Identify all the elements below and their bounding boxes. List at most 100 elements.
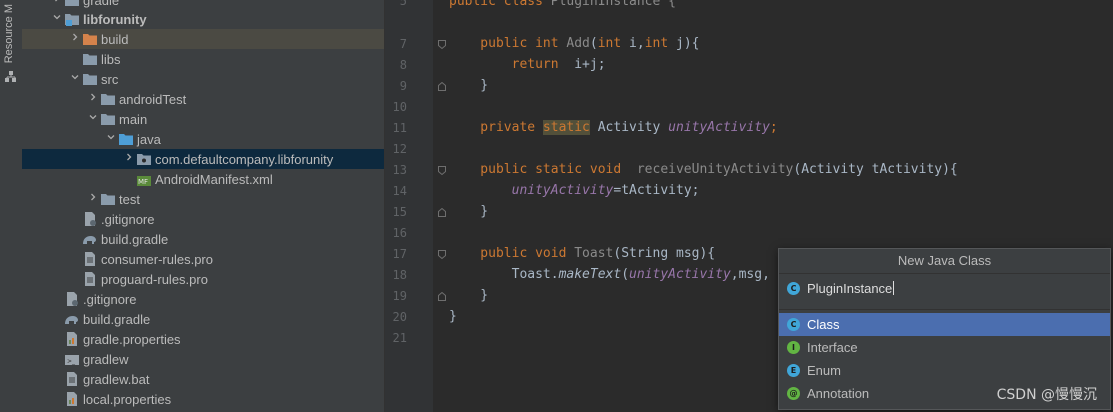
line-number: 20 [392,310,407,324]
tree-item[interactable]: libforunity [22,9,384,29]
tree-item[interactable]: androidTest [22,89,384,109]
chevron-down-icon[interactable] [86,112,100,122]
chevron-right-icon[interactable] [122,152,136,162]
chevron-right-icon[interactable] [86,92,100,102]
code-line[interactable]: public int Add(int i,int j){ [449,34,699,54]
code-line[interactable]: public void Toast(String msg){ [449,244,715,264]
folder-icon [100,91,116,107]
code-token: unityActivity [629,267,731,282]
tree-item[interactable]: src [22,69,384,89]
kind-option-class[interactable]: C Class [779,313,1110,336]
tree-item[interactable]: test [22,189,384,209]
code-line[interactable]: } [449,202,488,222]
text-file-icon [82,271,98,287]
code-line[interactable]: public class PluginInstance { [449,0,676,12]
tree-item-label: java [137,131,161,147]
fold-icon[interactable] [438,292,446,301]
tree-item[interactable]: proguard-rules.pro [22,269,384,289]
tree-item[interactable]: >_ gradlew [22,349,384,369]
fold-icon[interactable] [438,82,446,91]
tree-item[interactable]: consumer-rules.pro [22,249,384,269]
tree-item-label: test [119,191,140,207]
tree-item-label: gradle.properties [83,331,181,347]
code-token: } [449,204,489,219]
tree-item[interactable]: MF AndroidManifest.xml [22,169,384,189]
chevron-down-icon[interactable] [68,72,82,82]
code-line[interactable]: } [449,76,488,96]
kind-option-label: Annotation [807,386,870,401]
code-token: } [449,78,489,93]
tree-item-label: gradle [83,0,120,8]
tree-item[interactable]: .gitignore [22,289,384,309]
tree-item[interactable]: gradlew.bat [22,369,384,389]
code-token: } [449,288,489,303]
chevron-right-icon[interactable] [50,0,64,3]
kind-option-enum[interactable]: E Enum [779,359,1110,382]
tree-item-label: main [119,111,148,127]
tree-item[interactable]: build [22,29,384,49]
code-token: unityActivity [668,120,770,135]
tree-item[interactable]: local.properties [22,389,384,409]
code-token: (String msg){ [613,246,716,261]
fold-icon[interactable] [438,40,446,49]
fold-icon[interactable] [438,250,446,259]
chevron-down-icon[interactable] [50,12,64,22]
tree-item-label: build.gradle [83,311,151,327]
tree-item[interactable]: com.defaultcompany.libforunity [22,149,384,169]
code-line[interactable]: } [449,286,488,306]
popup-title: New Java Class [779,249,1110,274]
tree-item[interactable]: main [22,109,384,129]
structure-icon[interactable] [5,68,17,87]
fold-icon[interactable] [438,166,446,175]
text-file-icon [64,371,80,387]
fold-icon[interactable] [438,208,446,217]
package-icon [136,151,152,167]
code-line[interactable]: } [449,307,457,327]
resource-manager-tab[interactable]: Resource M [3,4,15,63]
folder-icon [100,111,116,127]
code-token: public int [449,36,567,51]
text-file-icon [82,251,98,267]
folder-icon [82,71,98,87]
code-line[interactable]: return i+j; [449,55,606,75]
tree-item[interactable]: build.gradle [22,309,384,329]
tree-item-label: build [101,31,129,47]
tree-item-label: libforunity [83,11,147,27]
line-number: 10 [392,100,407,114]
code-line[interactable]: unityActivity=tActivity; [449,181,700,201]
tree-item[interactable]: .gitignore [22,209,384,229]
manifest-file-icon: MF [136,171,152,187]
code-token: ( [621,267,630,282]
code-token: Add [566,36,590,51]
code-token: ( [589,36,598,51]
svg-text:MF: MF [138,178,148,186]
code-token: Toast [574,246,614,261]
kind-option-interface[interactable]: I Interface [779,336,1110,359]
code-token: Activity [589,120,669,135]
line-number: 15 [392,205,407,219]
line-number: 5 [399,0,407,8]
kind-option-label: Interface [807,340,858,355]
tree-item[interactable]: java [22,129,384,149]
gitignore-file-icon [64,291,80,307]
code-token: int [597,36,630,51]
chevron-right-icon[interactable] [86,192,100,202]
excluded-folder-icon [82,31,98,47]
code-token: (Activity tActivity){ [793,162,958,177]
tree-item-label: proguard-rules.pro [101,271,208,287]
tree-item[interactable]: gradle.properties [22,329,384,349]
code-line[interactable]: public static void receiveUnityActivity(… [449,160,958,180]
gitignore-file-icon [82,211,98,227]
chevron-right-icon[interactable] [68,32,82,42]
interface-icon: I [787,341,800,354]
tree-item[interactable]: build.gradle [22,229,384,249]
class-name-input[interactable]: C PluginInstance [779,275,1110,301]
code-token: i+j; [574,57,606,72]
line-number: 18 [392,268,407,282]
tree-item[interactable]: libs [22,49,384,69]
folder-icon [64,0,80,8]
gradle-icon [64,311,80,327]
code-line[interactable]: private static Activity unityActivity; [449,118,778,138]
chevron-down-icon[interactable] [104,132,118,142]
code-line[interactable]: Toast.makeText(unityActivity,msg, [449,265,770,285]
